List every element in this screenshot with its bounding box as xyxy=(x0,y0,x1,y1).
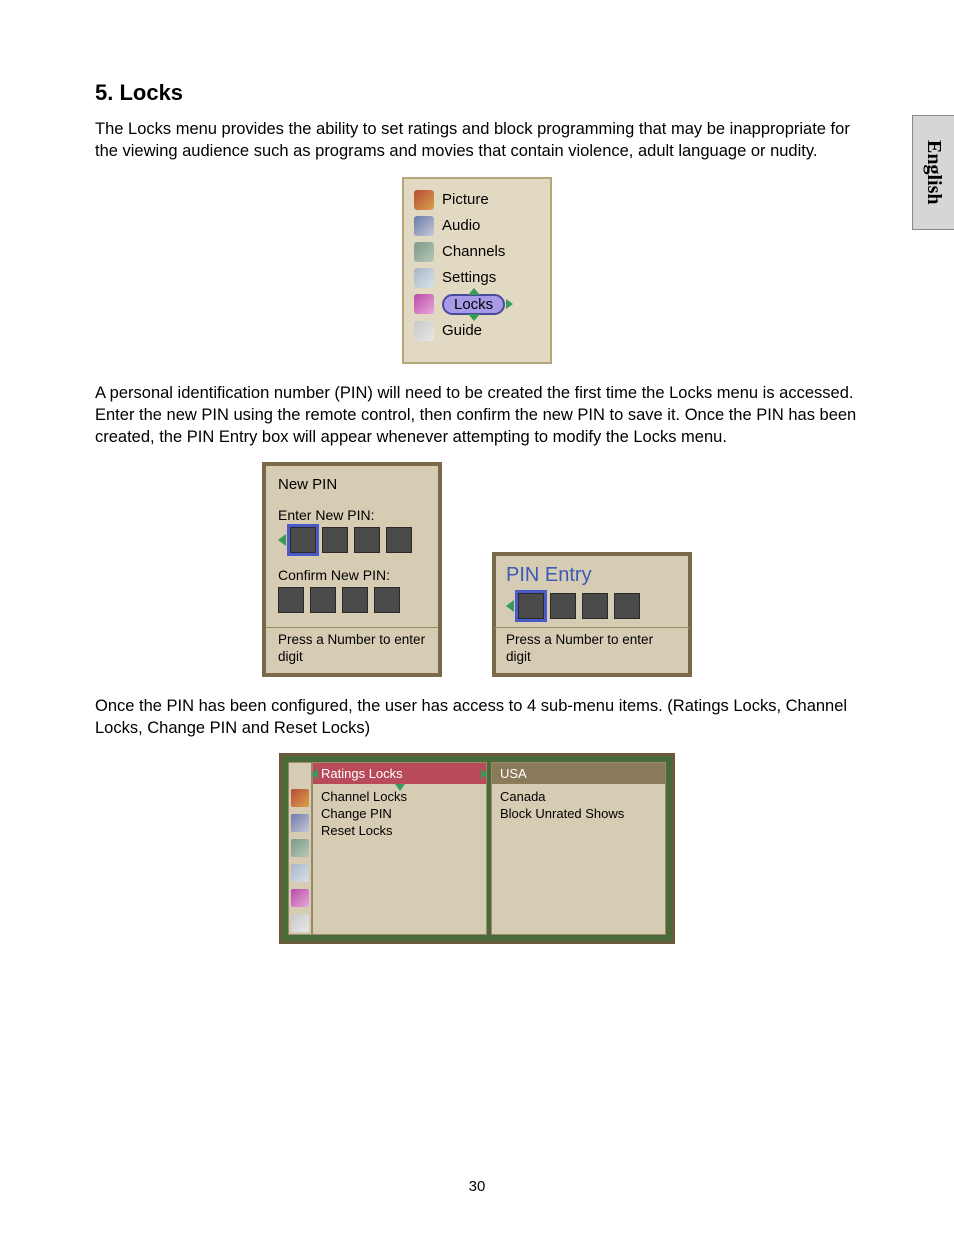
pin-digit-input[interactable] xyxy=(386,527,412,553)
divider xyxy=(494,627,690,628)
locks-icon xyxy=(291,889,309,907)
menu-item-label: Guide xyxy=(442,322,482,339)
pin-digit-input[interactable] xyxy=(582,593,608,619)
pin-entry-digits xyxy=(506,593,678,619)
new-pin-dialog: New PIN Enter New PIN: Confirm New PIN: … xyxy=(262,462,442,676)
picture-icon xyxy=(414,190,434,210)
chevron-right-icon xyxy=(481,769,488,779)
menu-item-label: Audio xyxy=(442,217,480,234)
enter-pin-label: Enter New PIN: xyxy=(278,507,426,523)
pin-entry-dialog: PIN Entry Press a Number to enter digit xyxy=(492,552,692,676)
submenu-left-body: Channel Locks Change PIN Reset Locks xyxy=(313,784,486,929)
submenu-header-label: Ratings Locks xyxy=(321,766,403,781)
submenu-header-ratings-locks[interactable]: Ratings Locks xyxy=(313,763,486,784)
settings-icon xyxy=(414,268,434,288)
chevron-down-icon xyxy=(468,314,480,321)
settings-icon xyxy=(291,864,309,882)
pin-digit-input[interactable] xyxy=(290,527,316,553)
menu-item-label: Settings xyxy=(442,269,496,286)
chevron-left-icon xyxy=(311,769,318,779)
channels-icon xyxy=(291,839,309,857)
dialog-title: PIN Entry xyxy=(506,564,678,587)
dialog-hint: Press a Number to enter digit xyxy=(278,632,426,664)
pin-digit-input[interactable] xyxy=(374,587,400,613)
audio-icon xyxy=(414,216,434,236)
pin-digit-input[interactable] xyxy=(322,527,348,553)
menu-item-label: Locks xyxy=(454,296,493,313)
main-menu-box: Picture Audio Channels Settings xyxy=(402,177,552,364)
submenu-item-change-pin[interactable]: Change PIN xyxy=(321,805,478,822)
menu-item-audio[interactable]: Audio xyxy=(412,213,538,239)
locks-icon xyxy=(414,294,434,314)
pin-digit-input[interactable] xyxy=(518,593,544,619)
submenu-item-reset-locks[interactable]: Reset Locks xyxy=(321,822,478,839)
guide-icon xyxy=(291,914,309,932)
menu-item-selected-pill: Locks xyxy=(442,294,505,315)
enter-pin-digits xyxy=(278,527,426,553)
dialog-title: New PIN xyxy=(278,476,426,493)
chevron-down-icon xyxy=(395,784,405,791)
section-heading: 5. Locks xyxy=(95,80,859,106)
intro-paragraph: The Locks menu provides the ability to s… xyxy=(95,118,859,163)
submenu-right-panel: USA Canada Block Unrated Shows xyxy=(491,762,666,935)
channels-icon xyxy=(414,242,434,262)
pin-paragraph: A personal identification number (PIN) w… xyxy=(95,382,859,449)
language-tab: English xyxy=(912,115,954,230)
chevron-right-icon xyxy=(506,299,513,309)
guide-icon xyxy=(414,321,434,341)
divider xyxy=(266,627,438,628)
pin-digit-input[interactable] xyxy=(342,587,368,613)
menu-item-label: Channels xyxy=(442,243,505,260)
chevron-up-icon xyxy=(468,288,480,295)
pin-digit-input[interactable] xyxy=(614,593,640,619)
chevron-left-icon xyxy=(506,600,514,612)
picture-icon xyxy=(291,789,309,807)
menu-item-picture[interactable]: Picture xyxy=(412,187,538,213)
main-menu-figure: Picture Audio Channels Settings xyxy=(95,177,859,364)
confirm-pin-digits xyxy=(278,587,426,613)
submenu-item-canada[interactable]: Canada xyxy=(500,788,657,805)
menu-item-guide[interactable]: Guide xyxy=(412,318,538,344)
pin-digit-input[interactable] xyxy=(278,587,304,613)
pin-digit-input[interactable] xyxy=(310,587,336,613)
submenu-header-label: USA xyxy=(500,766,527,781)
submenu-icon-column xyxy=(288,762,312,935)
menu-item-label: Picture xyxy=(442,191,489,208)
dialog-hint: Press a Number to enter digit xyxy=(506,632,678,664)
pin-digit-input[interactable] xyxy=(550,593,576,619)
page-number: 30 xyxy=(0,1178,954,1195)
audio-icon xyxy=(291,814,309,832)
submenu-item-block-unrated[interactable]: Block Unrated Shows xyxy=(500,805,657,822)
submenu-right-body: Canada Block Unrated Shows xyxy=(492,784,665,912)
menu-item-channels[interactable]: Channels xyxy=(412,239,538,265)
menu-item-locks[interactable]: Locks xyxy=(412,291,538,318)
submenu-paragraph: Once the PIN has been configured, the us… xyxy=(95,695,859,740)
submenu-figure: Ratings Locks Channel Locks Change PIN R… xyxy=(95,753,859,944)
submenu-header-usa[interactable]: USA xyxy=(492,763,665,784)
chevron-left-icon xyxy=(278,534,286,546)
confirm-pin-label: Confirm New PIN: xyxy=(278,567,426,583)
pin-digit-input[interactable] xyxy=(354,527,380,553)
submenu-box: Ratings Locks Channel Locks Change PIN R… xyxy=(279,753,675,944)
submenu-left-panel: Ratings Locks Channel Locks Change PIN R… xyxy=(312,762,487,935)
